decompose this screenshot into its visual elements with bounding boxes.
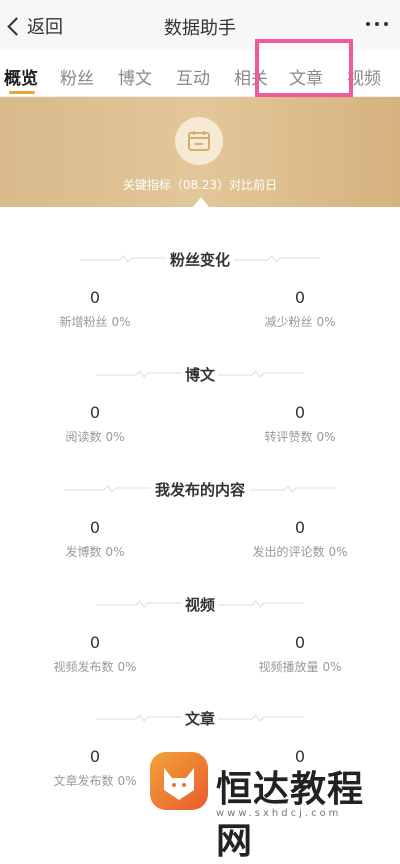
dot-icon (366, 22, 370, 26)
section-title-posts: 博文 (184, 366, 215, 384)
page-title: 数据助手 (164, 18, 236, 39)
fox-logo-icon (164, 768, 194, 800)
section-title-video: 视频 (184, 596, 215, 614)
stat-value: 0 (89, 633, 101, 652)
dot-icon (384, 22, 388, 26)
section-divider-right (218, 370, 304, 378)
stat-value: 0 (294, 288, 306, 307)
stat-value: 0 (294, 518, 306, 537)
stat-label: 阅读数 0% (65, 430, 125, 444)
active-tab-indicator (9, 91, 35, 94)
section-title-fans: 粉丝变化 (169, 251, 230, 269)
banner-pointer (193, 197, 209, 207)
stat-value: 0 (89, 403, 101, 422)
brand-logo (150, 752, 208, 810)
stat-label: 发出的评论数 0% (252, 545, 348, 559)
section-divider-right (250, 485, 336, 493)
watermark-url: www.sxhdcj.com (216, 808, 342, 819)
stat-value: 0 (294, 633, 306, 652)
section-divider-right (218, 714, 304, 722)
tab-interaction[interactable]: 互动 (176, 64, 210, 89)
stat-label: 减少粉丝 0% (264, 315, 336, 329)
banner-caption: 关键指标（08.23）对比前日 (122, 178, 278, 192)
more-menu-button[interactable] (366, 22, 388, 26)
stat-label: 转评赞数 0% (264, 430, 336, 444)
calendar-badge (175, 117, 223, 165)
tab-posts[interactable]: 博文 (118, 64, 152, 89)
watermark: 恒达教程网 www.sxhdcj.com (150, 752, 400, 862)
section-title-my-content: 我发布的内容 (154, 481, 245, 499)
calendar-icon (188, 131, 210, 151)
stat-value: 0 (89, 518, 101, 537)
section-divider-right (218, 600, 304, 608)
highlight-box (255, 39, 353, 97)
section-title-articles: 文章 (184, 710, 215, 728)
section-divider-right (234, 255, 320, 263)
stat-label: 发博数 0% (65, 545, 125, 559)
key-metrics-banner: 关键指标（08.23）对比前日 (0, 97, 400, 207)
stat-value: 0 (294, 403, 306, 422)
stat-label: 视频播放量 0% (258, 660, 342, 674)
stat-label: 视频发布数 0% (53, 660, 137, 674)
stat-label: 新增粉丝 0% (59, 315, 131, 329)
stat-value: 0 (89, 288, 101, 307)
dot-icon (375, 22, 379, 26)
tab-fans[interactable]: 粉丝 (60, 64, 94, 89)
tab-overview[interactable]: 概览 (4, 64, 38, 89)
